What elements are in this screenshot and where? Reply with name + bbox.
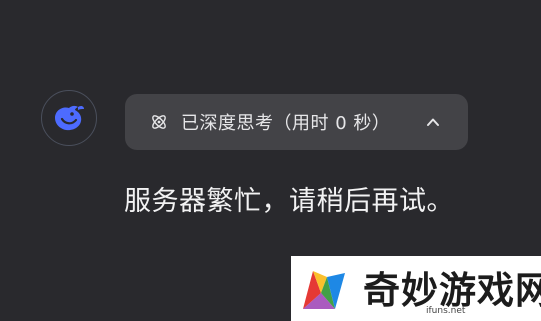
chat-area: 已深度思考（用时 0 秒） 服务器繁忙，请稍后再试。 奇妙游戏网 ifuns.n…: [0, 0, 541, 321]
watermark-url: ifuns.net: [426, 306, 466, 316]
thinking-toggle-button[interactable]: 已深度思考（用时 0 秒）: [125, 94, 468, 150]
chevron-up-icon: [424, 113, 442, 131]
assistant-message: 服务器繁忙，请稍后再试。: [124, 186, 454, 217]
thinking-status-label: 已深度思考（用时 0 秒）: [181, 113, 391, 134]
watermark-logo-icon: [295, 260, 357, 318]
assistant-avatar: [41, 90, 97, 146]
watermark: 奇妙游戏网 ifuns.net: [291, 256, 541, 321]
deepseek-whale-icon: [55, 105, 84, 131]
atom-icon: [149, 112, 169, 132]
